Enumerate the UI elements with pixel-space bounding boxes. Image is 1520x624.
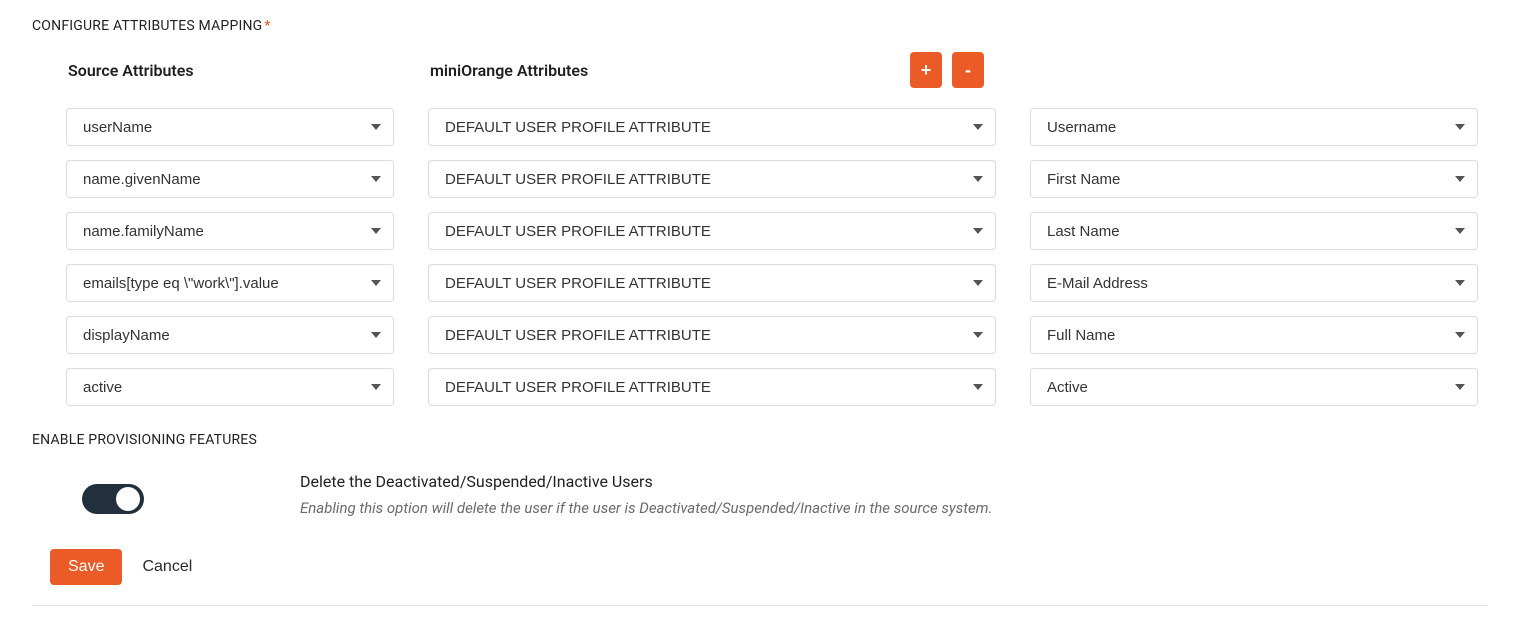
source-attribute-select[interactable]: userName xyxy=(66,108,394,146)
mapping-section-title: CONFIGURE ATTRIBUTES MAPPING* xyxy=(32,18,1488,34)
mapping-row: userName DEFAULT USER PROFILE ATTRIBUTE … xyxy=(66,108,1488,146)
mapping-row: emails[type eq \"work\"].value DEFAULT U… xyxy=(66,264,1488,302)
source-attributes-header: Source Attributes xyxy=(68,61,194,80)
miniorange-attributes-header: miniOrange Attributes xyxy=(430,61,588,80)
mapping-row: displayName DEFAULT USER PROFILE ATTRIBU… xyxy=(66,316,1488,354)
footer-divider xyxy=(32,605,1488,606)
mini-attribute-select[interactable]: DEFAULT USER PROFILE ATTRIBUTE xyxy=(428,108,996,146)
add-row-button[interactable]: + xyxy=(910,52,942,88)
feature-description: Enabling this option will delete the use… xyxy=(300,499,1488,517)
source-attribute-select[interactable]: emails[type eq \"work\"].value xyxy=(66,264,394,302)
mapping-row: name.familyName DEFAULT USER PROFILE ATT… xyxy=(66,212,1488,250)
mapping-area: Source Attributes miniOrange Attributes … xyxy=(32,52,1488,406)
form-actions: Save Cancel xyxy=(32,549,1488,585)
provisioning-section-title: ENABLE PROVISIONING FEATURES xyxy=(32,432,1488,448)
mini-attribute-select[interactable]: DEFAULT USER PROFILE ATTRIBUTE xyxy=(428,212,996,250)
mapping-headers: Source Attributes miniOrange Attributes … xyxy=(66,52,1488,88)
mini-attribute-select[interactable]: DEFAULT USER PROFILE ATTRIBUTE xyxy=(428,368,996,406)
mapping-title-text: CONFIGURE ATTRIBUTES MAPPING xyxy=(32,18,262,34)
mapping-row: active DEFAULT USER PROFILE ATTRIBUTE Ac… xyxy=(66,368,1488,406)
cancel-button[interactable]: Cancel xyxy=(142,558,192,576)
mini-attribute-select[interactable]: DEFAULT USER PROFILE ATTRIBUTE xyxy=(428,160,996,198)
delete-inactive-feature: Delete the Deactivated/Suspended/Inactiv… xyxy=(32,472,1488,517)
mapping-row: name.givenName DEFAULT USER PROFILE ATTR… xyxy=(66,160,1488,198)
source-attribute-select[interactable]: name.familyName xyxy=(66,212,394,250)
target-attribute-select[interactable]: Full Name xyxy=(1030,316,1478,354)
mini-attribute-select[interactable]: DEFAULT USER PROFILE ATTRIBUTE xyxy=(428,316,996,354)
save-button[interactable]: Save xyxy=(50,549,122,585)
mini-attribute-select[interactable]: DEFAULT USER PROFILE ATTRIBUTE xyxy=(428,264,996,302)
target-attribute-select[interactable]: Last Name xyxy=(1030,212,1478,250)
source-attribute-select[interactable]: active xyxy=(66,368,394,406)
target-attribute-select[interactable]: E-Mail Address xyxy=(1030,264,1478,302)
toggle-knob xyxy=(116,487,140,511)
source-attribute-select[interactable]: displayName xyxy=(66,316,394,354)
delete-inactive-toggle[interactable] xyxy=(82,484,144,514)
target-attribute-select[interactable]: Username xyxy=(1030,108,1478,146)
source-attribute-select[interactable]: name.givenName xyxy=(66,160,394,198)
required-star: * xyxy=(264,18,270,34)
feature-title: Delete the Deactivated/Suspended/Inactiv… xyxy=(300,472,1488,491)
target-attribute-select[interactable]: First Name xyxy=(1030,160,1478,198)
remove-row-button[interactable]: - xyxy=(952,52,984,88)
target-attribute-select[interactable]: Active xyxy=(1030,368,1478,406)
